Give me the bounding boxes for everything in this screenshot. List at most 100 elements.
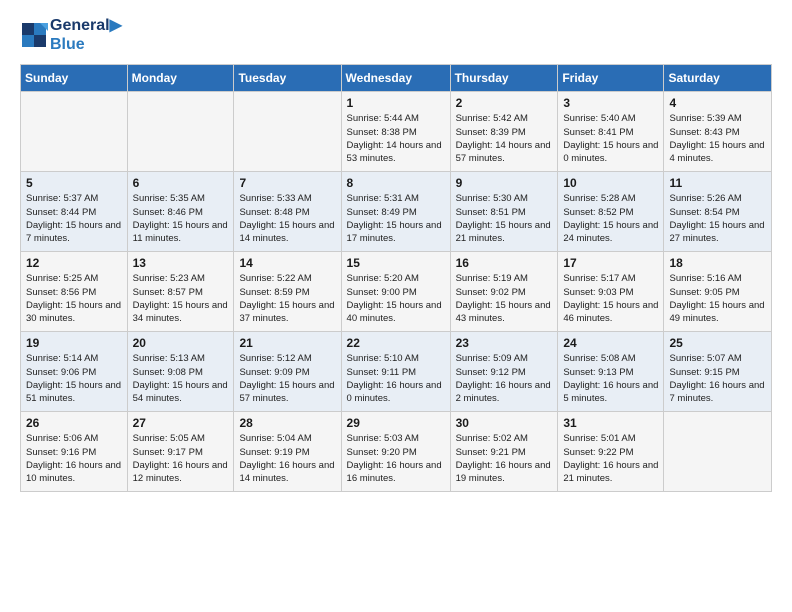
logo-icon	[20, 21, 48, 49]
day-cell: 5Sunrise: 5:37 AM Sunset: 8:44 PM Daylig…	[21, 172, 128, 252]
col-header-thursday: Thursday	[450, 65, 558, 92]
calendar-table: SundayMondayTuesdayWednesdayThursdayFrid…	[20, 64, 772, 492]
day-number: 28	[239, 416, 335, 430]
col-header-sunday: Sunday	[21, 65, 128, 92]
day-cell: 19Sunrise: 5:14 AM Sunset: 9:06 PM Dayli…	[21, 332, 128, 412]
day-number: 6	[133, 176, 229, 190]
day-cell	[127, 92, 234, 172]
day-cell: 21 Sunrise: 5:12 AM Sunset: 9:09 PM Dayli…	[234, 332, 341, 412]
day-cell: 11 Sunrise: 5:26 AM Sunset: 8:54 PM Dayli…	[664, 172, 772, 252]
day-number: 17	[563, 256, 658, 270]
day-number: 25	[669, 336, 766, 350]
week-row-3: 12 Sunrise: 5:25 AM Sunset: 8:56 PM Dayli…	[21, 252, 772, 332]
day-cell: 7 Sunrise: 5:33 AM Sunset: 8:48 PM Daylig…	[234, 172, 341, 252]
day-cell: 14 Sunrise: 5:22 AM Sunset: 8:59 PM Dayli…	[234, 252, 341, 332]
day-number: 14	[239, 256, 335, 270]
day-cell	[664, 412, 772, 492]
day-info: Sunrise: 5:05 AM Sunset: 9:17 PM Dayligh…	[133, 432, 229, 485]
col-header-tuesday: Tuesday	[234, 65, 341, 92]
day-info: Sunrise: 5:23 AM Sunset: 8:57 PM Dayligh…	[133, 272, 229, 325]
day-info: Sunrise: 5:22 AM Sunset: 8:59 PM Dayligh…	[239, 272, 335, 325]
day-cell: 30 Sunrise: 5:02 AM Sunset: 9:21 PM Dayli…	[450, 412, 558, 492]
day-number: 31	[563, 416, 658, 430]
day-number: 29	[347, 416, 445, 430]
day-info: Sunrise: 5:01 AM Sunset: 9:22 PM Dayligh…	[563, 432, 658, 485]
day-cell: 4Sunrise: 5:39 AM Sunset: 8:43 PM Daylig…	[664, 92, 772, 172]
day-number: 5	[26, 176, 122, 190]
day-cell: 26 Sunrise: 5:06 AM Sunset: 9:16 PM Dayli…	[21, 412, 128, 492]
day-cell: 13 Sunrise: 5:23 AM Sunset: 8:57 PM Dayli…	[127, 252, 234, 332]
day-cell: 16 Sunrise: 5:19 AM Sunset: 9:02 PM Dayli…	[450, 252, 558, 332]
week-row-5: 26 Sunrise: 5:06 AM Sunset: 9:16 PM Dayli…	[21, 412, 772, 492]
day-cell	[21, 92, 128, 172]
day-info: Sunrise: 5:06 AM Sunset: 9:16 PM Dayligh…	[26, 432, 122, 485]
day-info: Sunrise: 5:19 AM Sunset: 9:02 PM Dayligh…	[456, 272, 553, 325]
day-info: Sunrise: 5:13 AM Sunset: 9:08 PM Dayligh…	[133, 352, 229, 405]
week-row-4: 19Sunrise: 5:14 AM Sunset: 9:06 PM Dayli…	[21, 332, 772, 412]
day-info: Sunrise: 5:07 AM Sunset: 9:15 PM Dayligh…	[669, 352, 766, 405]
col-header-saturday: Saturday	[664, 65, 772, 92]
day-number: 24	[563, 336, 658, 350]
header-row: SundayMondayTuesdayWednesdayThursdayFrid…	[21, 65, 772, 92]
day-number: 21	[239, 336, 335, 350]
col-header-wednesday: Wednesday	[341, 65, 450, 92]
day-info: Sunrise: 5:02 AM Sunset: 9:21 PM Dayligh…	[456, 432, 553, 485]
day-number: 23	[456, 336, 553, 350]
day-cell: 8Sunrise: 5:31 AM Sunset: 8:49 PM Daylig…	[341, 172, 450, 252]
day-info: Sunrise: 5:14 AM Sunset: 9:06 PM Dayligh…	[26, 352, 122, 405]
day-cell: 29 Sunrise: 5:03 AM Sunset: 9:20 PM Dayli…	[341, 412, 450, 492]
header: General▶ Blue	[20, 16, 772, 54]
day-number: 20	[133, 336, 229, 350]
day-cell: 6 Sunrise: 5:35 AM Sunset: 8:46 PM Daylig…	[127, 172, 234, 252]
day-cell: 22Sunrise: 5:10 AM Sunset: 9:11 PM Dayli…	[341, 332, 450, 412]
day-cell: 28 Sunrise: 5:04 AM Sunset: 9:19 PM Dayli…	[234, 412, 341, 492]
day-info: Sunrise: 5:35 AM Sunset: 8:46 PM Dayligh…	[133, 192, 229, 245]
day-number: 26	[26, 416, 122, 430]
day-number: 11	[669, 176, 766, 190]
day-number: 22	[347, 336, 445, 350]
day-number: 12	[26, 256, 122, 270]
day-cell	[234, 92, 341, 172]
day-cell: 3Sunrise: 5:40 AM Sunset: 8:41 PM Daylig…	[558, 92, 664, 172]
day-number: 1	[347, 96, 445, 110]
day-info: Sunrise: 5:04 AM Sunset: 9:19 PM Dayligh…	[239, 432, 335, 485]
day-number: 3	[563, 96, 658, 110]
day-info: Sunrise: 5:33 AM Sunset: 8:48 PM Dayligh…	[239, 192, 335, 245]
logo: General▶ Blue	[20, 16, 122, 54]
day-info: Sunrise: 5:42 AM Sunset: 8:39 PM Dayligh…	[456, 112, 553, 165]
day-number: 13	[133, 256, 229, 270]
day-cell: 18 Sunrise: 5:16 AM Sunset: 9:05 PM Dayli…	[664, 252, 772, 332]
day-cell: 10Sunrise: 5:28 AM Sunset: 8:52 PM Dayli…	[558, 172, 664, 252]
day-number: 18	[669, 256, 766, 270]
day-number: 15	[347, 256, 445, 270]
day-cell: 9 Sunrise: 5:30 AM Sunset: 8:51 PM Daylig…	[450, 172, 558, 252]
day-cell: 23Sunrise: 5:09 AM Sunset: 9:12 PM Dayli…	[450, 332, 558, 412]
day-cell: 12 Sunrise: 5:25 AM Sunset: 8:56 PM Dayli…	[21, 252, 128, 332]
day-cell: 17 Sunrise: 5:17 AM Sunset: 9:03 PM Dayli…	[558, 252, 664, 332]
day-info: Sunrise: 5:12 AM Sunset: 9:09 PM Dayligh…	[239, 352, 335, 405]
day-number: 30	[456, 416, 553, 430]
day-info: Sunrise: 5:16 AM Sunset: 9:05 PM Dayligh…	[669, 272, 766, 325]
day-cell: 2Sunrise: 5:42 AM Sunset: 8:39 PM Daylig…	[450, 92, 558, 172]
day-info: Sunrise: 5:03 AM Sunset: 9:20 PM Dayligh…	[347, 432, 445, 485]
day-info: Sunrise: 5:17 AM Sunset: 9:03 PM Dayligh…	[563, 272, 658, 325]
day-cell: 24Sunrise: 5:08 AM Sunset: 9:13 PM Dayli…	[558, 332, 664, 412]
day-cell: 15 Sunrise: 5:20 AM Sunset: 9:00 PM Dayli…	[341, 252, 450, 332]
day-number: 8	[347, 176, 445, 190]
day-number: 4	[669, 96, 766, 110]
col-header-friday: Friday	[558, 65, 664, 92]
day-cell: 20 Sunrise: 5:13 AM Sunset: 9:08 PM Dayli…	[127, 332, 234, 412]
day-info: Sunrise: 5:20 AM Sunset: 9:00 PM Dayligh…	[347, 272, 445, 325]
week-row-1: 1Sunrise: 5:44 AM Sunset: 8:38 PM Daylig…	[21, 92, 772, 172]
day-number: 9	[456, 176, 553, 190]
day-number: 7	[239, 176, 335, 190]
day-cell: 31 Sunrise: 5:01 AM Sunset: 9:22 PM Dayli…	[558, 412, 664, 492]
day-number: 16	[456, 256, 553, 270]
day-info: Sunrise: 5:26 AM Sunset: 8:54 PM Dayligh…	[669, 192, 766, 245]
day-info: Sunrise: 5:30 AM Sunset: 8:51 PM Dayligh…	[456, 192, 553, 245]
day-number: 27	[133, 416, 229, 430]
day-info: Sunrise: 5:25 AM Sunset: 8:56 PM Dayligh…	[26, 272, 122, 325]
week-row-2: 5Sunrise: 5:37 AM Sunset: 8:44 PM Daylig…	[21, 172, 772, 252]
day-number: 10	[563, 176, 658, 190]
day-cell: 25 Sunrise: 5:07 AM Sunset: 9:15 PM Dayli…	[664, 332, 772, 412]
